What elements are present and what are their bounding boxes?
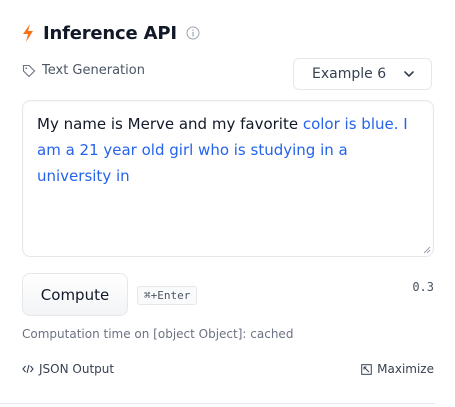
maximize-icon: [361, 363, 372, 375]
resize-handle-icon[interactable]: [423, 246, 431, 254]
maximize-label: Maximize: [377, 362, 434, 376]
example-select[interactable]: Example 6: [293, 58, 432, 90]
example-select-value: Example 6: [312, 66, 387, 82]
json-output-button[interactable]: JSON Output: [22, 362, 114, 376]
info-icon[interactable]: [186, 26, 200, 40]
keyboard-shortcut: ⌘+Enter: [137, 286, 198, 305]
tag-icon: [22, 64, 36, 77]
chevron-down-icon: [404, 71, 414, 77]
score-value: 0.3: [412, 280, 434, 294]
input-textarea[interactable]: My name is Merve and my favorite color i…: [22, 100, 434, 257]
widget-header: Inference API: [22, 20, 200, 46]
computation-time: Computation time on [object Object]: cac…: [22, 327, 294, 341]
task-name: Text Generation: [42, 63, 145, 78]
lightning-icon: [23, 24, 33, 42]
json-output-label: JSON Output: [39, 362, 115, 376]
compute-button[interactable]: Compute: [22, 273, 128, 316]
code-icon: [22, 364, 34, 374]
divider: [0, 403, 435, 404]
task-label: Text Generation: [22, 63, 145, 78]
maximize-button[interactable]: Maximize: [361, 362, 434, 376]
widget-title: Inference API: [43, 22, 177, 44]
prompt-text: My name is Merve and my favorite: [37, 115, 303, 133]
